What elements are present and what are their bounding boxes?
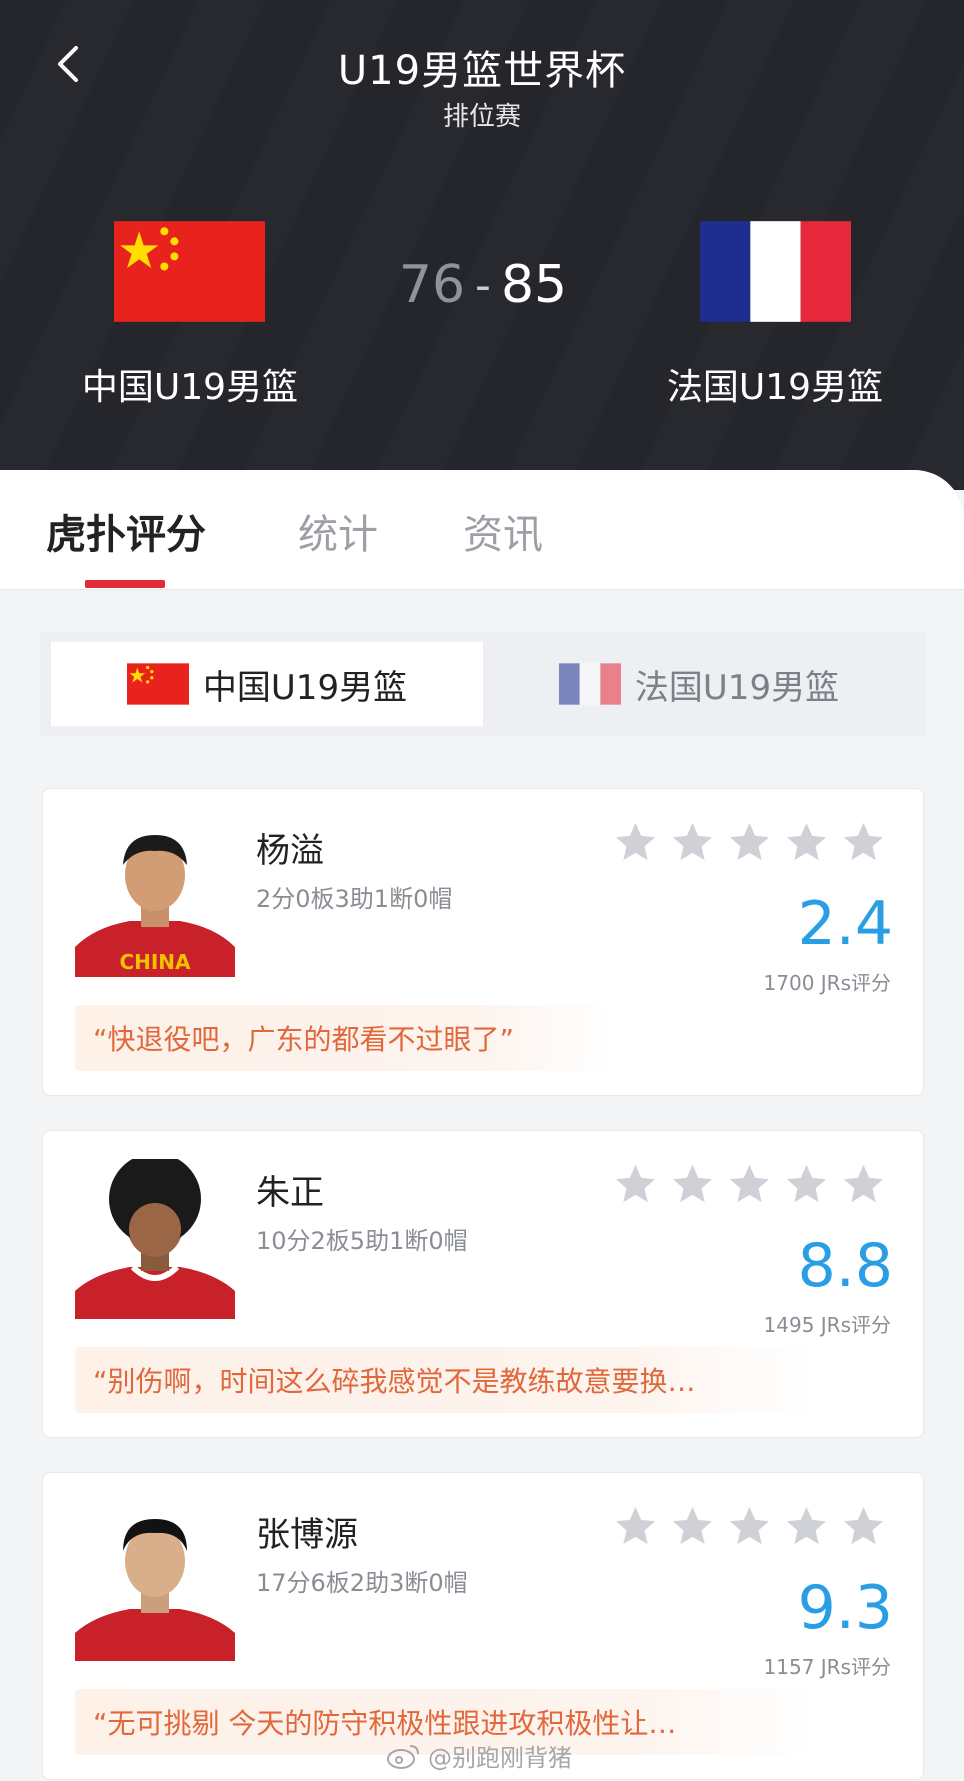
star-icon[interactable] xyxy=(726,1503,773,1550)
player-rating: 2.4 xyxy=(797,889,893,959)
tab-stats[interactable]: 统计 xyxy=(298,502,378,560)
star-icon[interactable] xyxy=(726,819,773,866)
star-icon[interactable] xyxy=(783,1161,830,1208)
team-switch-home-label: 中国U19男篮 xyxy=(202,667,408,708)
star-icon[interactable] xyxy=(840,819,887,866)
team-switch-away-label: 法国U19男篮 xyxy=(634,667,840,708)
china-flag-icon xyxy=(126,663,189,705)
player-rating: 9.3 xyxy=(797,1573,893,1643)
home-team-name[interactable]: 中国U19男篮 xyxy=(40,358,340,410)
top-comment[interactable]: “别伤啊，时间这么碎我感觉不是教练故意要换… xyxy=(75,1347,815,1413)
star-icon[interactable] xyxy=(612,1503,659,1550)
player-stats: 10分2板5助1断0帽 xyxy=(256,1227,468,1255)
player-card[interactable]: 张博源 17分6板2助3断0帽 9.3 1157 JRs评分 “无可挑剔 今天的… xyxy=(42,1472,924,1780)
rating-count: 1157 JRs评分 xyxy=(763,1655,891,1679)
team-switcher: 中国U19男篮 法国U19男篮 xyxy=(40,632,926,736)
star-icon[interactable] xyxy=(669,819,716,866)
star-icon[interactable] xyxy=(612,1161,659,1208)
star-icon[interactable] xyxy=(669,1503,716,1550)
player-avatar xyxy=(75,1159,235,1319)
tab-news[interactable]: 资讯 xyxy=(463,502,543,560)
score-separator: - xyxy=(475,259,491,311)
content-sheet: 虎扑评分 统计 资讯 中国U19男篮 法国U19男篮 CHINA 杨溢 2分0板… xyxy=(0,470,964,1781)
china-flag-icon[interactable] xyxy=(114,221,265,322)
rating-stars[interactable] xyxy=(612,1503,887,1550)
rating-stars[interactable] xyxy=(612,819,887,866)
player-name: 张博源 xyxy=(256,1515,358,1555)
match-header: U19男篮世界杯 排位赛 76 - 85 中国U19男篮 法国U19男篮 xyxy=(0,0,964,490)
svg-text:CHINA: CHINA xyxy=(119,950,191,974)
scoreboard: 76 - 85 xyxy=(398,255,568,315)
away-team-name[interactable]: 法国U19男篮 xyxy=(625,358,925,410)
tab-bar: 虎扑评分 统计 资讯 xyxy=(0,470,964,590)
tab-hupu-rating[interactable]: 虎扑评分 xyxy=(46,502,206,560)
france-flag-icon xyxy=(558,663,621,705)
home-score: 76 xyxy=(398,255,466,315)
player-avatar: CHINA xyxy=(75,817,235,977)
top-comment[interactable]: “快退役吧，广东的都看不过眼了” xyxy=(75,1005,615,1071)
star-icon[interactable] xyxy=(669,1161,716,1208)
rating-count: 1495 JRs评分 xyxy=(763,1313,891,1337)
player-card[interactable]: CHINA 杨溢 2分0板3助1断0帽 2.4 1700 JRs评分 “快退役吧… xyxy=(42,788,924,1096)
team-switch-home[interactable]: 中国U19男篮 xyxy=(51,642,483,726)
watermark: @别跑刚背猪 xyxy=(386,1738,572,1773)
player-name: 杨溢 xyxy=(256,831,324,871)
star-icon[interactable] xyxy=(783,819,830,866)
active-tab-indicator xyxy=(85,580,165,588)
star-icon[interactable] xyxy=(840,1503,887,1550)
player-card[interactable]: 朱正 10分2板5助1断0帽 8.8 1495 JRs评分 “别伤啊，时间这么碎… xyxy=(42,1130,924,1438)
page-title: U19男篮世界杯 xyxy=(337,48,627,94)
weibo-icon xyxy=(387,1744,419,1769)
rating-stars[interactable] xyxy=(612,1161,887,1208)
page-subtitle: 排位赛 xyxy=(442,102,521,132)
france-flag-icon[interactable] xyxy=(700,221,851,322)
watermark-text: @别跑刚背猪 xyxy=(428,1744,572,1772)
player-avatar xyxy=(75,1501,235,1661)
player-name: 朱正 xyxy=(256,1173,324,1213)
star-icon[interactable] xyxy=(783,1503,830,1550)
star-icon[interactable] xyxy=(840,1161,887,1208)
player-stats: 2分0板3助1断0帽 xyxy=(256,885,453,913)
away-score: 85 xyxy=(500,255,568,315)
player-stats: 17分6板2助3断0帽 xyxy=(256,1569,468,1597)
rating-count: 1700 JRs评分 xyxy=(763,971,891,995)
player-rating: 8.8 xyxy=(797,1231,893,1301)
star-icon[interactable] xyxy=(612,819,659,866)
star-icon[interactable] xyxy=(726,1161,773,1208)
team-switch-away[interactable]: 法国U19男篮 xyxy=(483,642,915,726)
